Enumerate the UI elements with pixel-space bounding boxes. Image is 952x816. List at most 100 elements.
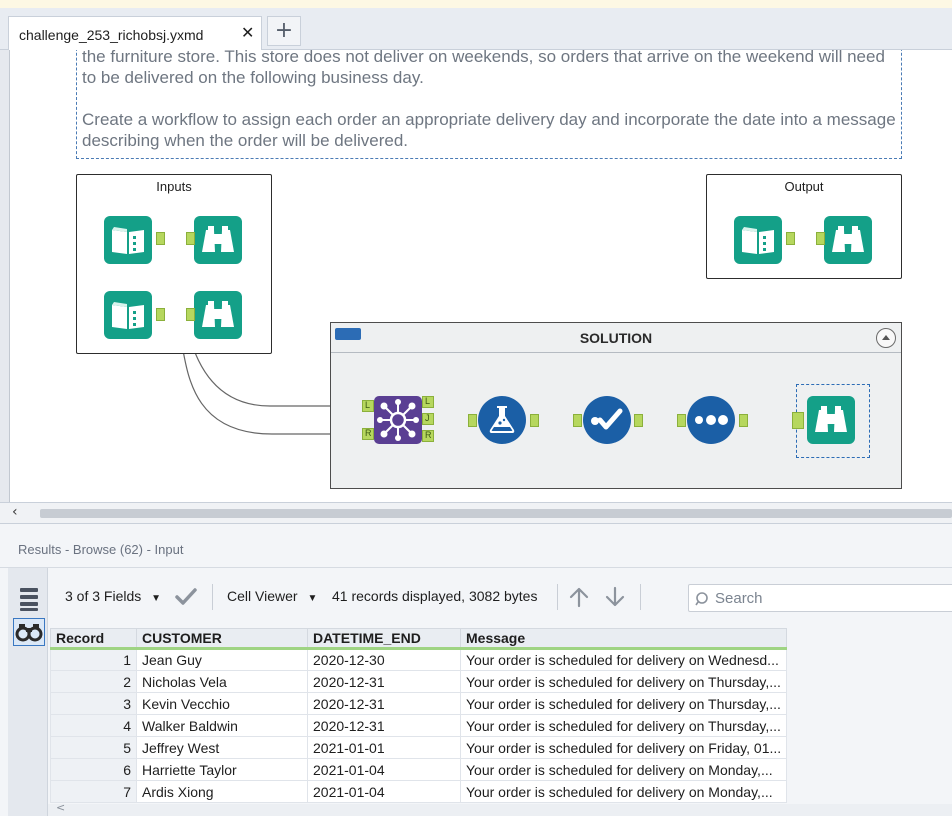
fields-dropdown[interactable]: 3 of 3 Fields ▼ [65,588,161,604]
results-grid: Record CUSTOMER DATETIME_END Message 1 J… [48,628,952,804]
arrow-down-icon[interactable] [604,586,626,608]
arrow-up-icon[interactable] [568,586,590,608]
list-view-icon[interactable] [18,586,40,612]
anchor-join-in-right[interactable]: R [362,428,374,440]
table-row[interactable]: 1 Jean Guy 2020-12-30 Your order is sche… [50,648,788,671]
browse-tool-2[interactable] [194,291,242,339]
scrollbar-thumb[interactable] [40,509,952,518]
input-tool-1[interactable] [104,216,152,264]
solution-browse-tool[interactable] [807,396,855,444]
table-row[interactable]: 5 Jeffrey West 2021-01-01 Your order is … [50,736,788,759]
anchor-browse1-in[interactable] [186,232,195,245]
cell-date[interactable]: 2020-12-30 [307,648,461,671]
anchor-join-out-right[interactable]: R [422,430,434,442]
anchor-join-out-left[interactable]: L [422,396,434,408]
anchor-input1-out[interactable] [156,232,165,245]
cell-date[interactable]: 2021-01-04 [307,780,461,803]
cell-record[interactable]: 3 [50,692,137,715]
browse-tool-1[interactable] [194,216,242,264]
table-row[interactable]: 2 Nicholas Vela 2020-12-31 Your order is… [50,670,788,693]
results-table: Record CUSTOMER DATETIME_END Message 1 J… [50,628,788,803]
results-toolbar: 3 of 3 Fields ▼ Cell Viewer ▼ 41 records… [48,578,952,616]
anchor-formula-out[interactable] [530,414,539,427]
input-tool-2[interactable] [104,291,152,339]
cell-customer[interactable]: Harriette Taylor [136,758,308,781]
anchor-solution-browse-in[interactable] [792,412,804,429]
collapse-icon[interactable] [876,328,896,348]
table-row[interactable]: 3 Kevin Vecchio 2020-12-31 Your order is… [50,692,788,715]
browse-rail-button[interactable] [13,618,45,646]
cell-message[interactable]: Your order is scheduled for delivery on … [459,692,788,715]
tab-workflow[interactable]: challenge_253_richobsj.yxmd ✕ [8,16,262,51]
table-row[interactable]: 7 Ardis Xiong 2021-01-04 Your order is s… [50,780,788,803]
tab-close-icon[interactable]: ✕ [241,23,254,42]
cell-date[interactable]: 2021-01-04 [307,758,461,781]
cell-record[interactable]: 2 [50,670,137,693]
anchor-select-out[interactable] [634,414,643,427]
cell-customer[interactable]: Nicholas Vela [136,670,308,693]
apply-check-icon[interactable] [174,586,198,608]
anchor-formula-in[interactable] [468,414,477,427]
anchor-sample-out[interactable] [739,414,748,427]
cell-date[interactable]: 2021-01-01 [307,736,461,759]
table-header-row: Record CUSTOMER DATETIME_END Message [50,628,788,650]
cell-message[interactable]: Your order is scheduled for delivery on … [459,758,788,781]
solution-header: SOLUTION [331,323,901,353]
cell-date[interactable]: 2020-12-31 [307,714,461,737]
search-input[interactable] [715,588,945,608]
book-input-icon [104,216,152,264]
anchor-sample-in[interactable] [677,414,686,427]
cell-message[interactable]: Your order is scheduled for delivery on … [459,648,788,671]
join-anchor-label: L [365,400,371,410]
anchor-browse2-in[interactable] [186,308,195,321]
solution-title: SOLUTION [579,330,653,346]
output-input-tool[interactable] [734,216,782,264]
cell-date[interactable]: 2020-12-31 [307,692,461,715]
comment-box[interactable]: the furniture store. This store does not… [76,50,902,159]
column-header-record[interactable]: Record [50,628,137,650]
cell-message[interactable]: Your order is scheduled for delivery on … [459,670,788,693]
cell-message[interactable]: Your order is scheduled for delivery on … [459,736,788,759]
cell-record[interactable]: 6 [50,758,137,781]
canvas-horizontal-scrollbar[interactable]: ‹ [0,502,952,524]
scroll-left-icon[interactable]: ‹ [12,504,18,520]
workflow-canvas[interactable]: the furniture store. This store does not… [10,50,952,502]
output-browse-tool[interactable] [824,216,872,264]
binoculars-icon [807,396,855,444]
cell-customer[interactable]: Ardis Xiong [136,780,308,803]
cell-record[interactable]: 4 [50,714,137,737]
select-tool[interactable] [583,396,631,444]
column-header-datetime-end[interactable]: DATETIME_END [307,628,461,650]
anchor-output-input-out[interactable] [786,232,795,245]
book-input-icon [734,216,782,264]
anchor-output-browse-in[interactable] [816,232,825,245]
sample-tool[interactable] [687,396,735,444]
table-row[interactable]: 6 Harriette Taylor 2021-01-04 Your order… [50,758,788,781]
table-row[interactable]: 4 Walker Baldwin 2020-12-31 Your order i… [50,714,788,737]
column-header-message[interactable]: Message [459,628,788,650]
cell-customer[interactable]: Walker Baldwin [136,714,308,737]
formula-tool[interactable] [478,396,526,444]
join-tool[interactable] [374,396,422,444]
results-window: Results - Browse (62) - Input 3 of 3 Fie… [0,524,952,816]
cell-customer[interactable]: Kevin Vecchio [136,692,308,715]
column-header-customer[interactable]: CUSTOMER [136,628,308,650]
cell-customer[interactable]: Jean Guy [136,648,308,671]
cell-record[interactable]: 5 [50,736,137,759]
cell-viewer-dropdown[interactable]: Cell Viewer ▼ [227,588,317,604]
new-tab-button[interactable]: + [267,16,301,46]
formula-flask-icon [478,396,526,444]
cell-date[interactable]: 2020-12-31 [307,670,461,693]
cell-customer[interactable]: Jeffrey West [136,736,308,759]
cell-record[interactable]: 7 [50,780,137,803]
scroll-left-icon[interactable]: < [56,801,65,814]
anchor-input2-out[interactable] [156,308,165,321]
anchor-join-in-left[interactable]: L [362,400,374,412]
grid-horizontal-scrollbar[interactable]: < [48,801,952,816]
anchor-select-in[interactable] [573,414,582,427]
cell-record[interactable]: 1 [50,648,137,671]
cell-message[interactable]: Your order is scheduled for delivery on … [459,780,788,803]
cell-message[interactable]: Your order is scheduled for delivery on … [459,714,788,737]
results-header: Results - Browse (62) - Input [0,532,952,568]
anchor-join-out-join[interactable]: J [422,413,434,425]
